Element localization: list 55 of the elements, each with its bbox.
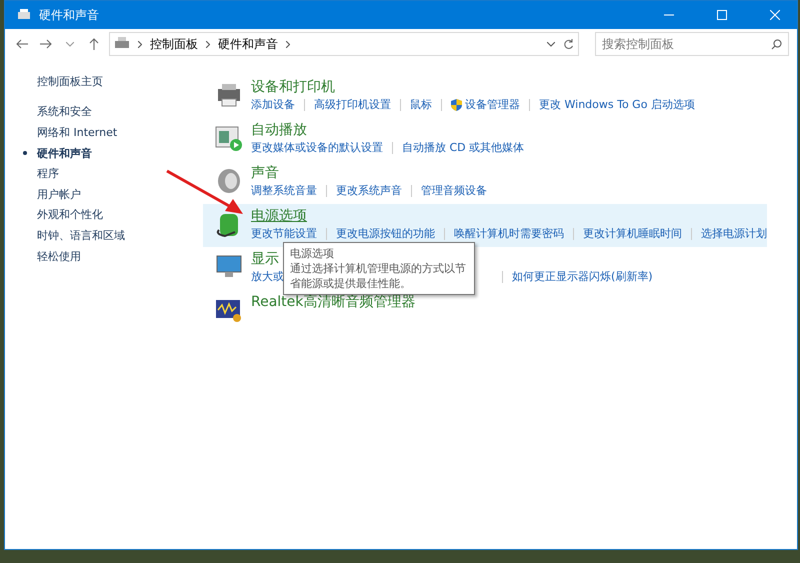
search-field[interactable]: 搜索控制面板 (595, 32, 789, 56)
category-title-link[interactable]: 设备和打印机 (251, 77, 695, 97)
search-icon (771, 38, 782, 50)
printer-icon (215, 81, 243, 109)
task-link[interactable]: 唤醒计算机时需要密码 (454, 226, 564, 241)
breadcrumb[interactable]: 控制面板 (150, 36, 198, 52)
window-title: 硬件和声音 (39, 6, 100, 24)
task-link[interactable]: 自动播放 CD 或其他媒体 (402, 140, 524, 155)
category-title-link[interactable]: Realtek高清晰音频管理器 (251, 292, 416, 312)
breadcrumb[interactable]: 硬件和声音 (218, 36, 278, 52)
sidebar-link[interactable]: 硬件和声音 (37, 146, 92, 161)
speaker-icon (215, 167, 243, 195)
back-arrow-icon (16, 39, 28, 49)
task-link[interactable]: 鼠标 (410, 97, 432, 112)
bullet-icon (23, 151, 27, 156)
chevron-icon (206, 40, 210, 48)
task-link[interactable]: 添加设备 (251, 97, 295, 112)
task-link[interactable]: 设备管理器 (451, 97, 520, 112)
task-link[interactable]: 放大或 (251, 269, 284, 284)
address-bar[interactable]: 控制面板 硬件和声音 (109, 32, 579, 56)
task-link[interactable]: 更改系统声音 (336, 183, 402, 198)
task-link[interactable]: 更改 Windows To Go 启动选项 (539, 97, 695, 112)
sidebar-link[interactable]: 外观和个性化 (37, 207, 103, 222)
sidebar-link[interactable]: 时钟、语言和区域 (37, 228, 125, 243)
forward-arrow-icon (40, 39, 52, 49)
dropdown-icon[interactable] (547, 42, 555, 46)
task-link[interactable]: 如何更正显示器闪烁(刷新率) (512, 269, 653, 284)
refresh-icon[interactable] (563, 38, 574, 50)
task-link[interactable]: 更改电源按钮的功能 (336, 226, 435, 241)
tooltip-text: 通过选择计算机管理电源的方式以节省能源或提供最佳性能。 (290, 261, 467, 291)
chevron-icon (138, 40, 142, 48)
category-title-link[interactable]: 声音 (251, 163, 487, 183)
sidebar-link[interactable]: 控制面板主页 (37, 74, 103, 89)
maximize-icon (716, 10, 726, 20)
sidebar-link[interactable]: 用户帐户 (37, 186, 81, 202)
task-link[interactable]: 更改媒体或设备的默认设置 (251, 140, 383, 155)
task-link[interactable]: 调整系统音量 (251, 183, 317, 198)
printer-icon (17, 8, 31, 22)
sidebar-link[interactable]: 系统和安全 (37, 104, 92, 120)
up-arrow-icon (89, 38, 99, 50)
tooltip-title: 电源选项 (290, 246, 335, 261)
sidebar-link[interactable]: 网络和 Internet (37, 124, 118, 140)
autoplay-icon (215, 124, 243, 152)
search-placeholder: 搜索控制面板 (602, 36, 675, 52)
task-link[interactable]: 更改节能设置 (251, 226, 317, 241)
chevron-icon (286, 40, 290, 48)
category-title-link[interactable]: 自动播放 (251, 120, 524, 140)
task-link[interactable]: 选择电源计划 (701, 226, 767, 241)
task-link[interactable]: 高级打印机设置 (314, 97, 391, 112)
task-link[interactable]: 更改计算机睡眠时间 (583, 226, 682, 241)
sidebar-link[interactable]: 程序 (37, 166, 59, 182)
category-title-link[interactable]: 电源选项 (251, 206, 767, 226)
sidebar-link[interactable]: 轻松使用 (37, 248, 81, 264)
close-icon (770, 10, 780, 20)
task-link[interactable]: 管理音频设备 (421, 183, 487, 198)
